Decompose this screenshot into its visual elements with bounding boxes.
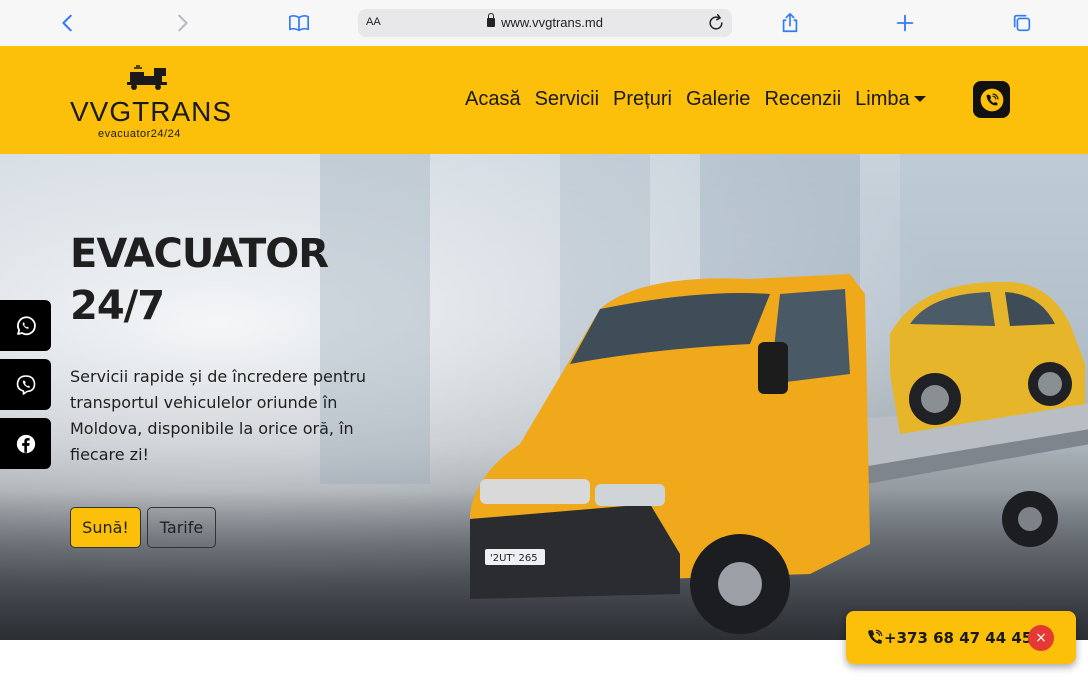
nav-item-limba-dropdown[interactable]: Limba xyxy=(855,88,926,111)
viber-side-button[interactable] xyxy=(0,359,51,410)
nav-item-recenzii[interactable]: Recenzii xyxy=(764,88,841,111)
tabs-icon[interactable] xyxy=(1010,11,1034,35)
lock-icon xyxy=(487,13,496,27)
tow-truck-image: '2UT' 265 xyxy=(470,274,1088,634)
book-icon[interactable] xyxy=(287,11,311,35)
logo[interactable]: VVGTRANS evacuator24/24 xyxy=(70,60,233,140)
main-nav: Acasă Servicii Prețuri Galerie Recenzii … xyxy=(465,88,926,111)
plus-icon[interactable] xyxy=(893,11,917,35)
floating-phone-widget[interactable]: +373 68 47 44 45 × xyxy=(846,611,1076,664)
back-icon[interactable] xyxy=(56,11,80,35)
facebook-icon xyxy=(16,434,35,453)
whatsapp-button[interactable] xyxy=(0,300,51,351)
svg-text:'2UT' 265: '2UT' 265 xyxy=(490,553,538,564)
forward-icon[interactable] xyxy=(170,11,194,35)
hero-title-line2: 24/7 xyxy=(70,283,165,329)
url-text[interactable]: www.vvgtrans.md xyxy=(358,13,732,30)
rates-button[interactable]: Tarife xyxy=(147,507,216,548)
browser-toolbar: AA www.vvgtrans.md xyxy=(0,0,1088,46)
viber-icon xyxy=(980,88,1003,111)
share-icon[interactable] xyxy=(778,11,802,35)
nav-item-galerie[interactable]: Galerie xyxy=(686,88,750,111)
floating-phone-text[interactable]: +373 68 47 44 45 xyxy=(866,628,1032,647)
site-header: VVGTRANS evacuator24/24 Acasă Servicii P… xyxy=(0,46,1088,154)
viber-icon xyxy=(16,374,35,395)
nav-item-servicii[interactable]: Servicii xyxy=(535,88,599,111)
address-bar[interactable]: AA www.vvgtrans.md xyxy=(358,9,732,37)
hero-section: '2UT' 265 EVACUATOR 24/7 Servicii rapide… xyxy=(0,154,1088,640)
tow-truck-logo-icon xyxy=(127,65,167,90)
caret-down-icon xyxy=(913,96,926,102)
url-value: www.vvgtrans.md xyxy=(501,15,603,30)
facebook-button[interactable] xyxy=(0,418,51,469)
phone-icon xyxy=(868,629,883,644)
nav-item-preturi[interactable]: Prețuri xyxy=(613,88,672,111)
header-viber-button[interactable] xyxy=(973,81,1010,118)
nav-item-acasa[interactable]: Acasă xyxy=(465,88,521,111)
floating-phone-number: +373 68 47 44 45 xyxy=(884,629,1033,647)
close-icon[interactable]: × xyxy=(1028,625,1054,651)
call-button[interactable]: Sună! xyxy=(70,507,141,548)
nav-item-limba-label: Limba xyxy=(855,88,910,110)
hero-title: EVACUATOR 24/7 xyxy=(70,228,329,332)
whatsapp-icon xyxy=(16,315,36,335)
hero-title-line1: EVACUATOR xyxy=(70,231,329,277)
hero-description: Servicii rapide și de încredere pentru t… xyxy=(70,367,367,464)
logo-subtitle: evacuator24/24 xyxy=(98,128,181,140)
logo-title: VVGTRANS xyxy=(70,96,233,127)
reload-icon[interactable] xyxy=(706,13,726,33)
